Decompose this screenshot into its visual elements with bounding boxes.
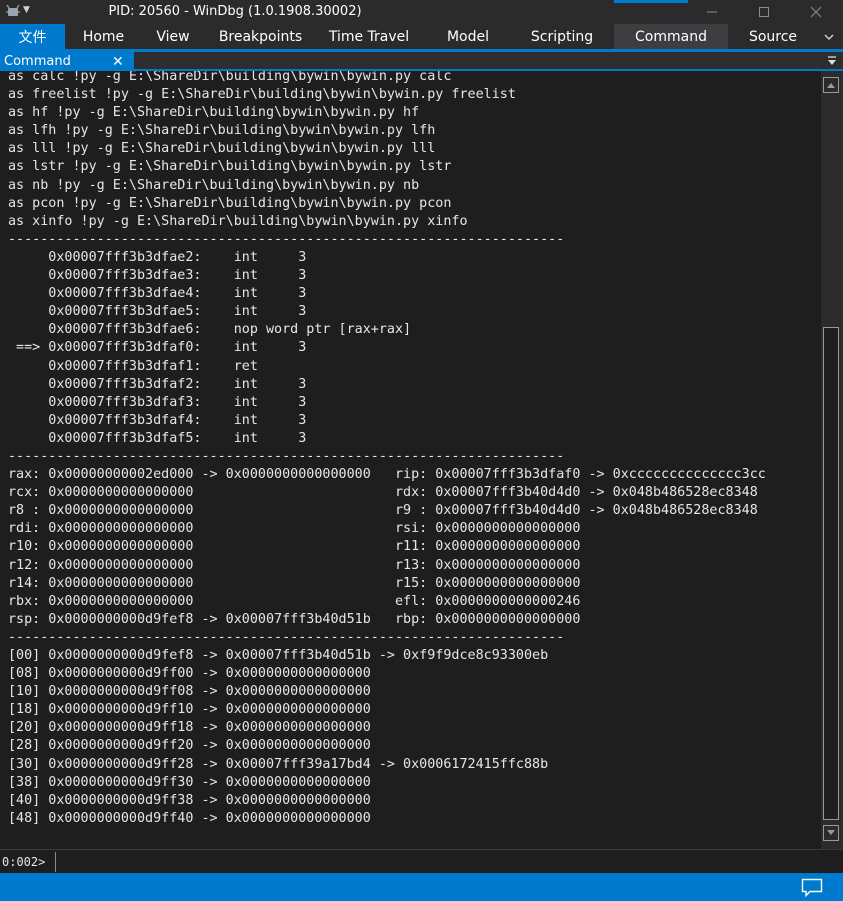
command-output-pane[interactable]: as calc !py -g E:\ShareDir\building\bywi…: [0, 71, 821, 849]
scroll-down-arrow-icon: [827, 830, 835, 835]
document-tab-strip: Command ✕: [0, 52, 843, 71]
output-line: 0x00007fff3b3dfaf1: ret: [8, 358, 258, 374]
tab-breakpoints[interactable]: Breakpoints: [204, 24, 317, 49]
tab-command-window[interactable]: Command ✕: [0, 52, 134, 71]
output-line: as calc !py -g E:\ShareDir\building\bywi…: [8, 71, 452, 84]
command-prompt: 0:002>: [0, 852, 56, 872]
title-bar: ▼ PID: 20560 - WinDbg (1.0.1908.30002): [0, 0, 843, 24]
tab-model[interactable]: Model: [421, 24, 515, 49]
output-line: ----------------------------------------…: [8, 629, 565, 645]
scroll-down-button[interactable]: [823, 825, 839, 841]
output-line: [38] 0x0000000000d9ff30 -> 0x00000000000…: [8, 774, 371, 790]
scrollbar-thumb[interactable]: [823, 327, 839, 820]
output-line: ----------------------------------------…: [8, 448, 565, 464]
minimize-icon: [707, 11, 717, 13]
output-line: r14: 0x0000000000000000 r15: 0x000000000…: [8, 575, 581, 591]
ribbon-overflow-button[interactable]: [818, 24, 840, 49]
tab-view[interactable]: View: [142, 24, 204, 49]
output-line: rax: 0x00000000002ed000 -> 0x00000000000…: [8, 467, 766, 483]
output-line: as nb !py -g E:\ShareDir\building\bywin\…: [8, 177, 420, 193]
maximize-button[interactable]: [741, 0, 787, 24]
output-line: as freelist !py -g E:\ShareDir\building\…: [8, 87, 516, 103]
output-line: as xinfo !py -g E:\ShareDir\building\byw…: [8, 213, 468, 229]
output-line: [18] 0x0000000000d9ff10 -> 0x00000000000…: [8, 702, 371, 718]
window-title: PID: 20560 - WinDbg (1.0.1908.30002): [108, 4, 362, 19]
output-line: as hf !py -g E:\ShareDir\building\bywin\…: [8, 105, 420, 121]
chevron-down-icon: [824, 33, 834, 40]
output-line: 0x00007fff3b3dfae6: nop word ptr [rax+ra…: [8, 322, 412, 338]
maximize-icon: [759, 7, 769, 17]
output-line: 0x00007fff3b3dfae4: int 3: [8, 286, 307, 302]
tab-command-window-label: Command: [4, 54, 71, 69]
output-line: r12: 0x0000000000000000 r13: 0x000000000…: [8, 557, 581, 573]
output-line: [20] 0x0000000000d9ff18 -> 0x00000000000…: [8, 720, 371, 736]
output-line: rdi: 0x0000000000000000 rsi: 0x000000000…: [8, 521, 581, 537]
output-line: as lstr !py -g E:\ShareDir\building\bywi…: [8, 159, 452, 175]
output-line: 0x00007fff3b3dfaf4: int 3: [8, 412, 307, 428]
output-line: ==> 0x00007fff3b3dfaf0: int 3: [8, 340, 307, 356]
command-input[interactable]: [58, 852, 839, 872]
tab-list-dropdown-icon[interactable]: [827, 55, 837, 67]
output-line: r10: 0x0000000000000000 r11: 0x000000000…: [8, 539, 581, 555]
output-line: 0x00007fff3b3dfaf2: int 3: [8, 376, 307, 392]
output-line: ----------------------------------------…: [8, 231, 565, 247]
output-line: as lll !py -g E:\ShareDir\building\bywin…: [8, 141, 436, 157]
close-icon: [810, 6, 822, 18]
output-line: [40] 0x0000000000d9ff38 -> 0x00000000000…: [8, 792, 371, 808]
output-line: as lfh !py -g E:\ShareDir\building\bywin…: [8, 123, 436, 139]
output-line: 0x00007fff3b3dfae2: int 3: [8, 249, 307, 265]
command-bar: 0:002>: [0, 849, 843, 873]
output-line: 0x00007fff3b3dfaf3: int 3: [8, 394, 307, 410]
ribbon-tab-bar: 文件 Home View Breakpoints Time Travel Mod…: [0, 24, 843, 49]
tab-source[interactable]: Source: [728, 24, 818, 49]
output-line: [48] 0x0000000000d9ff40 -> 0x00000000000…: [8, 810, 371, 826]
tab-file[interactable]: 文件: [0, 24, 65, 49]
output-text: as calc !py -g E:\ShareDir\building\bywi…: [8, 71, 766, 828]
tab-command[interactable]: Command: [614, 24, 728, 49]
tab-home[interactable]: Home: [65, 24, 142, 49]
output-line: [00] 0x0000000000d9fef8 -> 0x00007fff3b4…: [8, 648, 549, 663]
output-line: [28] 0x0000000000d9ff20 -> 0x00000000000…: [8, 738, 371, 754]
output-line: 0x00007fff3b3dfaf5: int 3: [8, 430, 307, 446]
output-line: [10] 0x0000000000d9ff08 -> 0x00000000000…: [8, 684, 371, 700]
output-line: 0x00007fff3b3dfae5: int 3: [8, 304, 307, 320]
output-line: [08] 0x0000000000d9ff00 -> 0x00000000000…: [8, 666, 371, 682]
close-tab-icon[interactable]: ✕: [112, 54, 124, 70]
output-line: rcx: 0x0000000000000000 rdx: 0x00007fff3…: [8, 485, 758, 501]
output-line: as pcon !py -g E:\ShareDir\building\bywi…: [8, 195, 452, 211]
minimize-button[interactable]: [689, 0, 735, 24]
close-button[interactable]: [793, 0, 839, 24]
output-line: [30] 0x0000000000d9ff28 -> 0x00007fff39a…: [8, 756, 549, 772]
output-line: 0x00007fff3b3dfae3: int 3: [8, 268, 307, 284]
chat-bubble-icon[interactable]: [801, 878, 823, 898]
output-line: rsp: 0x0000000000d9fef8 -> 0x00007fff3b4…: [8, 611, 581, 627]
output-line: r8 : 0x0000000000000000 r9 : 0x00007fff3…: [8, 503, 758, 519]
active-tab-indicator: [614, 0, 688, 3]
tab-scripting[interactable]: Scripting: [515, 24, 609, 49]
scroll-up-button[interactable]: [823, 77, 839, 93]
scroll-up-arrow-icon: [827, 83, 835, 88]
output-line: rbx: 0x0000000000000000 efl: 0x000000000…: [8, 593, 581, 609]
tab-time-travel[interactable]: Time Travel: [317, 24, 421, 49]
status-bar: [0, 873, 843, 901]
